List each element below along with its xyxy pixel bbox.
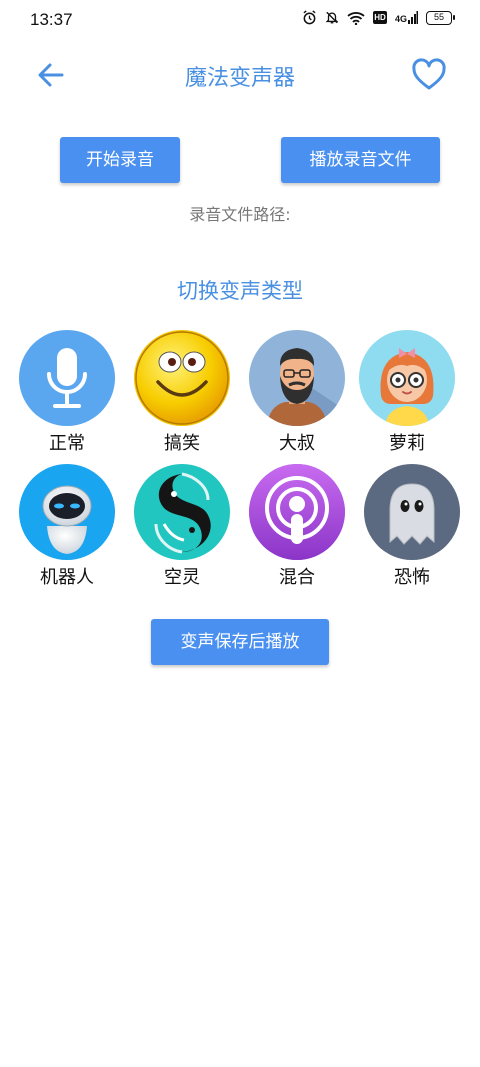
play-recording-button[interactable]: 播放录音文件 <box>281 137 440 183</box>
page-title: 魔法变声器 <box>184 66 295 91</box>
status-time: 13:37 <box>30 10 73 29</box>
uncle-avatar-icon <box>249 330 345 426</box>
voice-option-loli[interactable]: 萝莉 <box>357 330 457 455</box>
start-recording-button[interactable]: 开始录音 <box>60 137 180 183</box>
save-and-play-button[interactable]: 变声保存后播放 <box>151 619 329 665</box>
voice-label: 空灵 <box>164 567 200 588</box>
favorite-button[interactable] <box>410 56 448 94</box>
wifi-icon <box>347 11 365 25</box>
voice-option-ethereal[interactable]: 空灵 <box>132 464 232 589</box>
recording-path-label: 录音文件路径: <box>189 205 291 224</box>
mute-bell-icon <box>325 11 339 24</box>
voice-label: 正常 <box>49 433 85 454</box>
podcast-icon <box>249 464 345 560</box>
heart-outline-icon <box>412 58 446 90</box>
voice-option-horror[interactable]: 恐怖 <box>362 464 462 589</box>
voice-label: 混合 <box>279 567 315 588</box>
voice-type-title: 切换变声类型 <box>177 279 303 303</box>
voice-label: 大叔 <box>279 433 315 454</box>
robot-icon <box>19 464 115 560</box>
signal-icon <box>408 11 418 24</box>
voice-option-funny[interactable]: 搞笑 <box>132 330 232 455</box>
girl-avatar-icon <box>359 330 455 426</box>
funny-emoji-icon <box>134 330 230 426</box>
voice-option-uncle[interactable]: 大叔 <box>247 330 347 455</box>
network-type: 4G <box>394 14 407 24</box>
battery-indicator: 55 <box>426 10 455 25</box>
voice-label: 搞笑 <box>164 433 200 454</box>
signal-indicator: 4G <box>395 11 418 24</box>
microphone-icon <box>19 330 115 426</box>
ghost-icon <box>364 464 460 560</box>
hd-badge: HD <box>372 11 387 24</box>
alarm-icon <box>303 10 316 25</box>
voice-label: 萝莉 <box>389 433 425 454</box>
voice-option-robot[interactable]: 机器人 <box>17 464 117 589</box>
status-icons: HD 4G 55 <box>302 10 455 25</box>
voice-option-normal[interactable]: 正常 <box>17 330 117 455</box>
app-bar: 魔法变声器 <box>0 48 480 102</box>
yin-yang-fish-icon <box>134 464 230 560</box>
voice-label: 恐怖 <box>394 567 430 588</box>
status-bar: 13:37 HD 4G 55 <box>0 0 480 40</box>
voice-label: 机器人 <box>40 567 94 588</box>
voice-option-mixed[interactable]: 混合 <box>247 464 347 589</box>
